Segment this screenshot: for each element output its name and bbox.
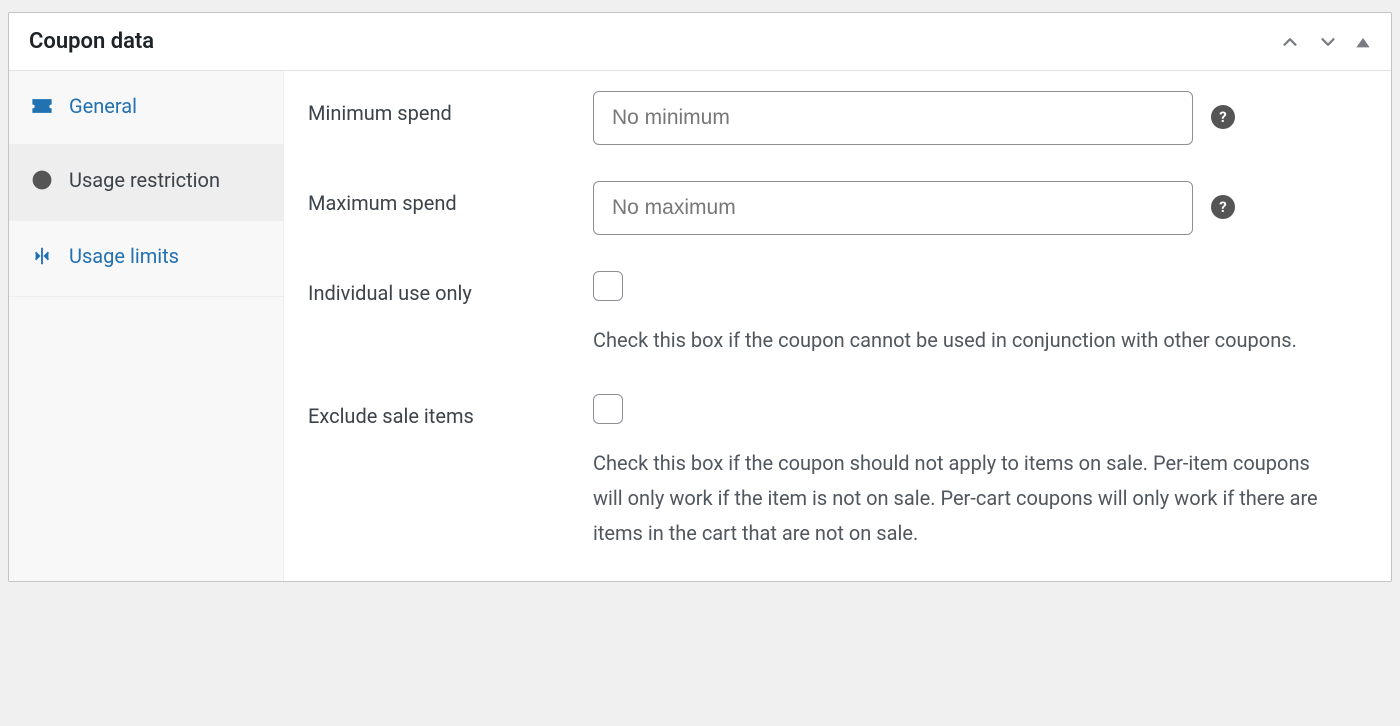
panel-controls <box>1279 31 1371 53</box>
row-exclude-sale: Exclude sale items Check this box if the… <box>308 394 1367 551</box>
tab-content: Minimum spend ? Maximum spend ? Individu… <box>284 71 1391 581</box>
panel-title: Coupon data <box>29 29 154 54</box>
tab-usage-limits[interactable]: Usage limits <box>9 221 283 297</box>
exclude-sale-checkbox[interactable] <box>593 394 623 424</box>
ban-icon <box>31 169 53 198</box>
help-icon[interactable]: ? <box>1211 195 1235 219</box>
help-icon[interactable]: ? <box>1211 105 1235 129</box>
tab-general[interactable]: General <box>9 71 283 145</box>
panel-move-down-icon[interactable] <box>1317 31 1339 53</box>
tab-usage-restriction[interactable]: Usage restriction <box>9 145 283 221</box>
exclude-sale-description: Check this box if the coupon should not … <box>593 446 1333 551</box>
individual-use-checkbox[interactable] <box>593 271 623 301</box>
tab-label: General <box>69 93 137 120</box>
minimum-spend-input[interactable] <box>593 91 1193 145</box>
row-maximum-spend: Maximum spend ? <box>308 181 1367 235</box>
collapse-icon <box>31 245 53 274</box>
panel-move-up-icon[interactable] <box>1279 31 1301 53</box>
tab-label: Usage restriction <box>69 167 220 194</box>
tabs-sidebar: General Usage restriction Usage limits <box>9 71 284 581</box>
row-minimum-spend: Minimum spend ? <box>308 91 1367 145</box>
panel-header: Coupon data <box>9 13 1391 71</box>
panel-body: General Usage restriction Usage limits M… <box>9 71 1391 581</box>
coupon-data-panel: Coupon data General <box>8 12 1392 582</box>
exclude-sale-label: Exclude sale items <box>308 394 593 428</box>
ticket-icon <box>31 95 53 122</box>
individual-use-label: Individual use only <box>308 271 593 305</box>
maximum-spend-label: Maximum spend <box>308 181 593 215</box>
row-individual-use: Individual use only Check this box if th… <box>308 271 1367 358</box>
minimum-spend-label: Minimum spend <box>308 91 593 125</box>
tab-label: Usage limits <box>69 243 179 270</box>
panel-toggle-icon[interactable] <box>1355 34 1371 50</box>
individual-use-description: Check this box if the coupon cannot be u… <box>593 323 1333 358</box>
maximum-spend-input[interactable] <box>593 181 1193 235</box>
